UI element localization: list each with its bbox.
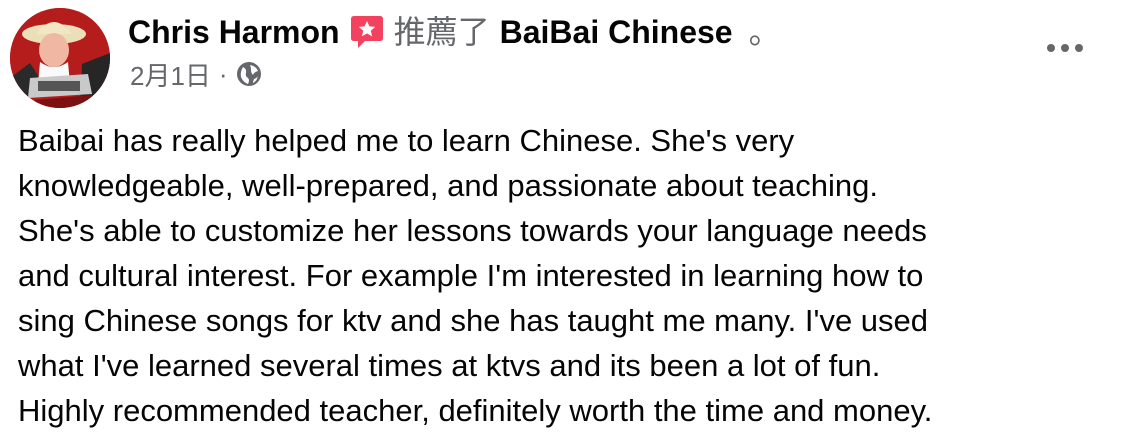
recommend-star-icon [350,16,383,48]
avatar[interactable] [10,8,110,108]
meta-separator: · [218,58,228,89]
recommend-action: 推薦了 [393,14,490,50]
more-options-button[interactable] [1043,34,1087,62]
post-body-line: and cultural interest. For example I'm i… [18,258,924,293]
more-options-icon [1047,44,1083,52]
globe-icon [236,62,261,86]
author-name[interactable]: Chris Harmon [128,10,340,54]
page-name[interactable]: BaiBai Chinese [500,10,733,54]
post-meta: 2月1日 · [130,56,262,92]
post-body-line: Highly recommended teacher, definitely w… [18,393,933,428]
post-body-line: sing Chinese songs for ktv and she has t… [18,303,929,338]
post-body: Baibai has really helped me to learn Chi… [18,118,1113,433]
post-body-line: knowledgeable, well-prepared, and passio… [18,168,878,203]
post-body-line: what I've learned several times at ktvs … [18,348,881,383]
post-body-line: She's able to customize her lessons towa… [18,213,927,248]
post-date[interactable]: 2月1日 [130,56,211,93]
post-header: Chris Harmon 推薦了 BaiBai Chinese 。 [128,10,781,54]
avatar-image [10,8,110,108]
recommendation-post: Chris Harmon 推薦了 BaiBai Chinese 。 2月1日 ·… [0,0,1121,434]
post-body-line: Baibai has really helped me to learn Chi… [18,123,795,158]
header-period: 。 [748,14,781,50]
